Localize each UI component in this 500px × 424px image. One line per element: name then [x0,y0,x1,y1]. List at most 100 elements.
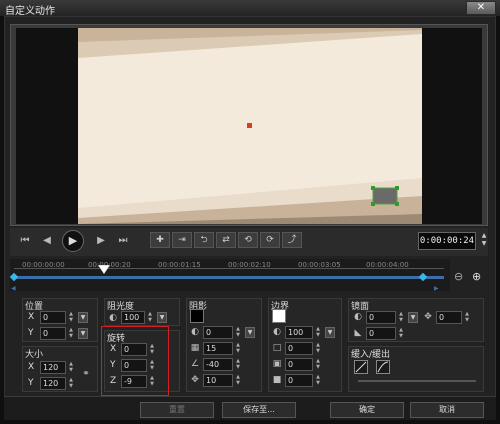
timeline-label: 00:00:01:15 [158,261,201,269]
preview-canvas[interactable] [78,28,422,224]
opacity-dropdown[interactable]: ▼ [157,312,167,323]
border-soft-stepper[interactable]: ▲ ▼ [313,374,323,387]
prev-frame-icon[interactable]: ◀ [40,234,54,248]
end-icon[interactable]: ⏭ [116,234,130,248]
timeline-ruler [14,268,444,276]
size-x-field[interactable]: 120 [40,361,66,374]
save-to-button[interactable]: 保存至... [222,402,296,418]
link-aspect-icon[interactable]: ⚭ [80,368,92,380]
move-icon[interactable]: ⤴ [282,232,302,248]
position-x-field[interactable]: 0 [40,311,66,324]
reset-button[interactable]: 重置 [140,402,214,418]
zoom-in-icon[interactable]: ⊕ [472,270,481,283]
position-y-dropdown[interactable]: ▼ [78,328,88,339]
y-label: Y [28,328,34,338]
border-color-swatch[interactable] [272,309,286,323]
next-frame-icon[interactable]: ▶ [94,234,108,248]
swap-icon[interactable]: ⇄ [216,232,236,248]
mirror-fade-stepper[interactable]: ▲ ▼ [396,327,406,340]
mirror-opacity-stepper[interactable]: ▲ ▼ [396,311,406,324]
shadow-angle-stepper[interactable]: ▲ ▼ [233,358,243,371]
rotate-right-icon[interactable]: ⟳ [260,232,280,248]
opacity-field[interactable]: 100 [121,311,145,324]
mirror-opacity-icon: ◐ [354,312,362,322]
overlay-object [372,187,398,205]
scroll-right-icon[interactable]: ▶ [434,285,439,292]
chevron-down-icon[interactable]: ▼ [478,240,490,248]
shadow-blur-field[interactable]: 15 [203,342,233,355]
playhead[interactable] [97,264,111,275]
border-opacity-field[interactable]: 100 [285,326,313,339]
shadow-distance-field[interactable]: 10 [203,374,233,387]
shadow-blur-icon: ▦ [190,343,200,353]
shadow-angle-field[interactable]: -40 [203,358,233,371]
position-x-dropdown[interactable]: ▼ [78,312,88,323]
rotate-left-icon[interactable]: ⟲ [238,232,258,248]
mirror-distance-stepper[interactable]: ▲ ▼ [462,311,472,324]
size-y-field[interactable]: 120 [40,377,66,390]
timecode-stepper[interactable]: ▲ ▼ [478,232,490,250]
shadow-opacity-field[interactable]: 0 [203,326,233,339]
opacity-stepper[interactable]: ▲ ▼ [145,311,155,324]
mirror-distance-field[interactable]: 0 [436,311,462,324]
fade-out-icon[interactable] [376,360,390,374]
shadow-opacity-stepper[interactable]: ▲ ▼ [233,326,243,339]
size-x-stepper[interactable]: ▲ ▼ [66,361,76,374]
y-label: Y [28,378,34,388]
border-width-icon: □ [272,343,282,353]
timecode-display[interactable]: 0:00:00:24 [418,232,476,250]
border-width-field[interactable]: 0 [285,342,313,355]
mirror-opacity-field[interactable]: 0 [366,311,396,324]
border-blur-icon: ▣ [272,359,282,369]
position-x-stepper[interactable]: ▲ ▼ [66,311,76,324]
scroll-left-icon[interactable]: ◀ [11,285,16,292]
border-blur-stepper[interactable]: ▲ ▼ [313,358,323,371]
mirror-fade-field[interactable]: 0 [366,327,396,340]
shadow-opacity-icon: ◐ [191,327,199,337]
center-marker [247,123,252,128]
position-y-stepper[interactable]: ▲ ▼ [66,327,76,340]
fade-slider[interactable] [358,380,476,382]
fade-label: 缓入/缓出 [351,350,391,360]
border-soft-icon: ■ [272,375,282,385]
play-button[interactable]: ▶ [62,230,84,252]
timeline-label: 00:00:02:10 [228,261,271,269]
title-bar [0,0,500,16]
fade-in-icon[interactable] [354,360,368,374]
x-label: X [28,362,35,372]
shadow-angle-icon: ∠ [190,359,200,369]
shadow-blur-stepper[interactable]: ▲ ▼ [233,342,243,355]
shadow-opacity-dropdown[interactable]: ▼ [245,327,255,338]
window-title: 自定义动作 [5,6,55,17]
timeline-label: 00:00:03:05 [298,261,341,269]
opacity-icon: ◐ [109,313,117,323]
goto-keyframe-icon[interactable]: ⇥ [172,232,192,248]
cancel-button[interactable]: 取消 [410,402,484,418]
timeline-track [14,276,444,279]
home-icon[interactable]: ⏮ [18,234,32,248]
mirror-move-icon: ✥ [424,312,432,322]
border-soft-field[interactable]: 0 [285,374,313,387]
size-y-stepper[interactable]: ▲ ▼ [66,377,76,390]
x-label: X [28,312,35,322]
mirror-fade-icon: ◣ [354,328,362,338]
shadow-color-swatch[interactable] [190,309,204,323]
zoom-out-icon[interactable]: ⊖ [454,270,463,283]
rotation-highlight-box [101,326,169,396]
add-keyframe-icon[interactable]: ✚ [150,232,170,248]
reverse-icon[interactable]: ⮌ [194,232,214,248]
position-y-field[interactable]: 0 [40,327,66,340]
timeline-label: 00:00:00:00 [22,261,65,269]
shadow-distance-stepper[interactable]: ▲ ▼ [233,374,243,387]
border-blur-field[interactable]: 0 [285,358,313,371]
border-opacity-icon: ◐ [273,327,281,337]
close-button[interactable]: ✕ [466,1,496,15]
size-label: 大小 [25,350,44,360]
mirror-opacity-dropdown[interactable]: ▼ [408,312,418,323]
border-opacity-dropdown[interactable]: ▼ [325,327,335,338]
border-width-stepper[interactable]: ▲ ▼ [313,342,323,355]
border-opacity-stepper[interactable]: ▲ ▼ [313,326,323,339]
chevron-up-icon[interactable]: ▲ [478,232,490,240]
ok-button[interactable]: 确定 [330,402,404,418]
timeline-label: 00:00:04:00 [366,261,409,269]
